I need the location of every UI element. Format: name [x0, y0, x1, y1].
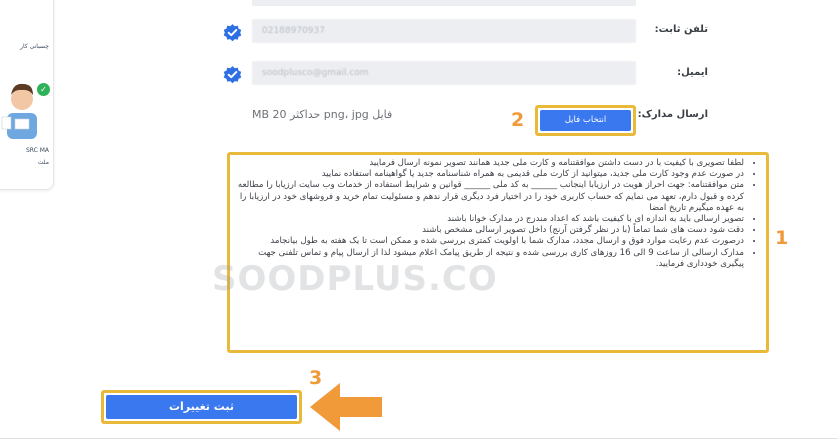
step-number-2: 2	[511, 109, 525, 131]
footer-divider	[0, 438, 838, 439]
choose-file-button[interactable]: انتخاب فایل	[535, 105, 636, 136]
step-number-1: 1	[775, 227, 789, 249]
guidelines-box: لطفا تصویری با کیفیت با در دست داشتن موا…	[227, 152, 769, 353]
previous-field-edge	[252, 0, 636, 6]
submit-changes-label: ثبت تغییرات	[106, 395, 297, 419]
card-caption: SRC MA	[25, 147, 49, 154]
submit-changes-button[interactable]: ثبت تغییرات	[101, 390, 302, 424]
list-item: در صورت عدم وجود کارت ملی جدید، میتوانید…	[236, 169, 744, 180]
card-caption: ملت	[37, 159, 49, 166]
guidelines-list: لطفا تصویری با کیفیت با در دست داشتن موا…	[236, 158, 756, 270]
documents-label: ارسال مدارک:	[637, 109, 708, 120]
list-item: مدارک ارسالی از ساعت 9 الی 16 روزهای کار…	[236, 248, 744, 270]
verified-badge-icon	[223, 24, 242, 42]
phone-label: تلفن ثابت:	[654, 24, 708, 35]
card-caption: چسبانی کار	[20, 43, 49, 50]
list-item: لطفا تصویری با کیفیت با در دست داشتن موا…	[236, 158, 744, 169]
list-item: تصویر ارسالی باید به اندازه ای با کیفیت …	[236, 214, 744, 225]
list-item: دقت شود دست های شما تماماً (با در نظر گر…	[236, 225, 744, 236]
choose-file-label: انتخاب فایل	[540, 110, 631, 131]
sample-image-card: چسبانی کار ✓ SRC MA ملت	[0, 0, 54, 190]
check-icon: ✓	[37, 83, 50, 96]
email-label: ایمیل:	[677, 67, 708, 78]
list-item: درصورت عدم رعایت موارد فوق و ارسال مجدد،…	[236, 236, 744, 247]
email-field[interactable]: soodplusco@gmail.com	[252, 61, 636, 85]
file-size-note: فایل png، jpg حداکثر MB 20	[252, 108, 393, 121]
list-item: متن موافقتنامه: جهت احراز هویت در ارزیاب…	[236, 180, 744, 214]
verified-badge-icon	[223, 66, 242, 84]
phone-field[interactable]: 02188970937	[252, 19, 636, 43]
arrow-left-icon	[310, 383, 382, 431]
